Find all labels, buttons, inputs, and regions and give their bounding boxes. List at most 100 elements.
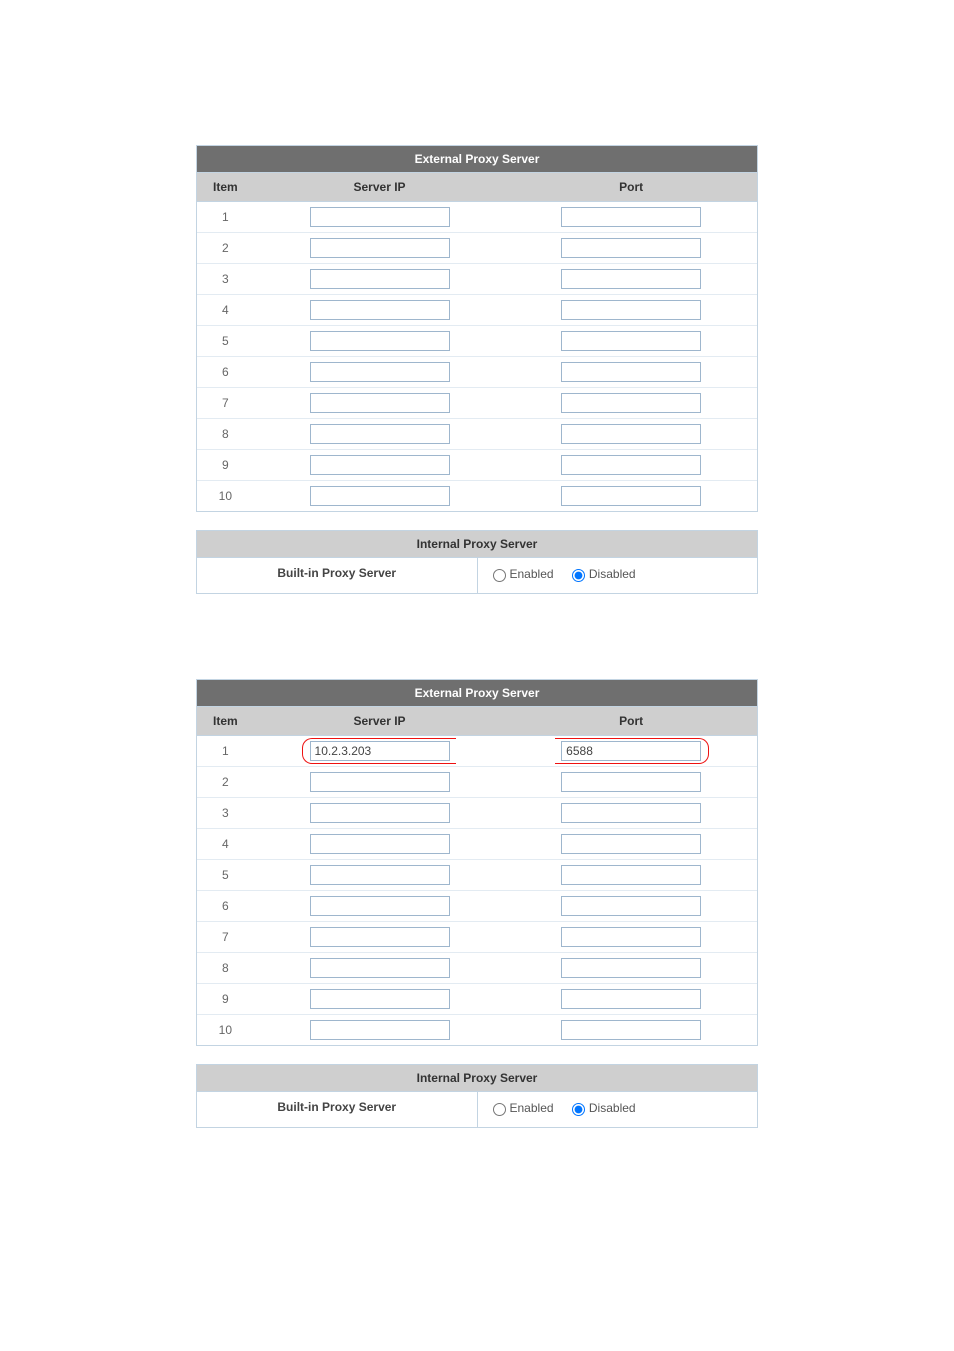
item-number: 9 <box>197 450 254 481</box>
server-ip-input[interactable] <box>310 331 450 351</box>
internal-proxy-title: Internal Proxy Server <box>197 1065 757 1092</box>
server-ip-input[interactable] <box>310 896 450 916</box>
item-number: 7 <box>197 922 254 953</box>
server-ip-input[interactable] <box>310 238 450 258</box>
port-cell <box>505 357 757 388</box>
port-input[interactable] <box>561 486 701 506</box>
server-ip-input[interactable] <box>310 989 450 1009</box>
item-number: 2 <box>197 233 254 264</box>
port-input[interactable] <box>561 958 701 978</box>
server-ip-input[interactable] <box>310 958 450 978</box>
builtin-disabled-radio[interactable] <box>572 569 585 582</box>
port-input[interactable] <box>561 803 701 823</box>
server-ip-input[interactable] <box>310 741 450 761</box>
port-input[interactable] <box>561 393 701 413</box>
item-number: 8 <box>197 953 254 984</box>
port-cell <box>505 984 757 1015</box>
builtin-enabled-option[interactable]: Enabled <box>488 1100 554 1116</box>
server-ip-cell <box>254 736 506 767</box>
server-ip-input[interactable] <box>310 803 450 823</box>
port-cell <box>505 233 757 264</box>
col-item: Item <box>197 707 254 736</box>
server-ip-input[interactable] <box>310 927 450 947</box>
item-number: 1 <box>197 736 254 767</box>
server-ip-input[interactable] <box>310 455 450 475</box>
server-ip-cell <box>254 922 506 953</box>
server-ip-input[interactable] <box>310 300 450 320</box>
server-ip-input[interactable] <box>310 1020 450 1040</box>
server-ip-cell <box>254 357 506 388</box>
port-input[interactable] <box>561 424 701 444</box>
enabled-label: Enabled <box>510 1101 554 1115</box>
col-server-ip: Server IP <box>254 173 506 202</box>
server-ip-input[interactable] <box>310 424 450 444</box>
item-number: 5 <box>197 326 254 357</box>
port-input[interactable] <box>561 772 701 792</box>
port-input[interactable] <box>561 927 701 947</box>
server-ip-cell <box>254 202 506 233</box>
port-input[interactable] <box>561 207 701 227</box>
table-row: 7 <box>197 388 757 419</box>
disabled-label: Disabled <box>589 1101 636 1115</box>
server-ip-cell <box>254 233 506 264</box>
table-row: 4 <box>197 829 757 860</box>
port-input[interactable] <box>561 1020 701 1040</box>
port-input[interactable] <box>561 455 701 475</box>
server-ip-input[interactable] <box>310 486 450 506</box>
server-ip-input[interactable] <box>310 207 450 227</box>
builtin-proxy-label: Built-in Proxy Server <box>197 1092 478 1127</box>
col-port: Port <box>505 707 757 736</box>
port-input[interactable] <box>561 741 701 761</box>
server-ip-cell <box>254 1015 506 1046</box>
table-row: 7 <box>197 922 757 953</box>
port-input[interactable] <box>561 269 701 289</box>
port-cell <box>505 1015 757 1046</box>
server-ip-cell <box>254 860 506 891</box>
builtin-disabled-radio[interactable] <box>572 1103 585 1116</box>
external-proxy-title: External Proxy Server <box>197 680 757 707</box>
port-input[interactable] <box>561 896 701 916</box>
builtin-disabled-option[interactable]: Disabled <box>567 1100 636 1116</box>
table-row: 1 <box>197 736 757 767</box>
item-number: 8 <box>197 419 254 450</box>
server-ip-cell <box>254 264 506 295</box>
table-row: 6 <box>197 357 757 388</box>
port-input[interactable] <box>561 362 701 382</box>
server-ip-input[interactable] <box>310 393 450 413</box>
port-cell <box>505 767 757 798</box>
item-number: 5 <box>197 860 254 891</box>
server-ip-input[interactable] <box>310 362 450 382</box>
table-row: 9 <box>197 450 757 481</box>
table-row: 1 <box>197 202 757 233</box>
server-ip-input[interactable] <box>310 772 450 792</box>
col-item: Item <box>197 173 254 202</box>
server-ip-cell <box>254 798 506 829</box>
server-ip-input[interactable] <box>310 834 450 854</box>
port-cell <box>505 450 757 481</box>
port-input[interactable] <box>561 989 701 1009</box>
server-ip-input[interactable] <box>310 269 450 289</box>
port-cell <box>505 860 757 891</box>
port-input[interactable] <box>561 300 701 320</box>
server-ip-cell <box>254 388 506 419</box>
builtin-proxy-label: Built-in Proxy Server <box>197 558 478 593</box>
server-ip-cell <box>254 891 506 922</box>
port-cell <box>505 736 757 767</box>
table-row: 8 <box>197 953 757 984</box>
server-ip-cell <box>254 295 506 326</box>
server-ip-input[interactable] <box>310 865 450 885</box>
builtin-enabled-radio[interactable] <box>493 1103 506 1116</box>
port-input[interactable] <box>561 238 701 258</box>
builtin-disabled-option[interactable]: Disabled <box>567 566 636 582</box>
port-input[interactable] <box>561 865 701 885</box>
builtin-enabled-radio[interactable] <box>493 569 506 582</box>
external-proxy-panel-top: External Proxy Server Item Server IP Por… <box>196 145 758 512</box>
port-cell <box>505 388 757 419</box>
port-input[interactable] <box>561 834 701 854</box>
builtin-enabled-option[interactable]: Enabled <box>488 566 554 582</box>
table-row: 9 <box>197 984 757 1015</box>
external-proxy-panel-bottom: External Proxy Server Item Server IP Por… <box>196 679 758 1046</box>
port-input[interactable] <box>561 331 701 351</box>
table-row: 8 <box>197 419 757 450</box>
table-row: 2 <box>197 233 757 264</box>
